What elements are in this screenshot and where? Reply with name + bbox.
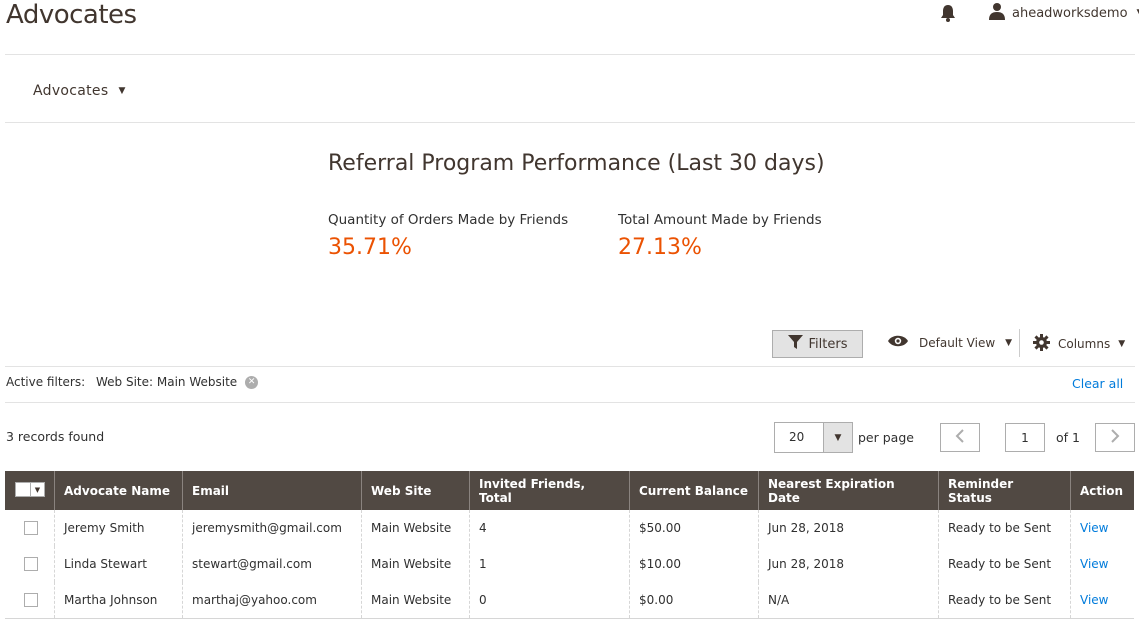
performance-title: Referral Program Performance (Last 30 da… <box>328 151 825 176</box>
chevron-left-icon <box>955 428 965 447</box>
chevron-down-icon[interactable]: ▼ <box>30 483 44 496</box>
column-header: Action <box>1070 471 1134 510</box>
per-page-label: per page <box>858 430 914 445</box>
divider <box>5 122 1135 123</box>
divider <box>5 366 1135 367</box>
clear-all-link[interactable]: Clear all <box>1072 376 1123 391</box>
cell-current-balance: $10.00 <box>629 546 759 582</box>
view-link[interactable]: View <box>1080 557 1108 571</box>
metric-amount: Total Amount Made by Friends 27.13% <box>618 212 822 260</box>
cell-expiration-date: N/A <box>758 582 939 619</box>
cell-advocate-name: Linda Stewart <box>54 546 183 582</box>
chevron-down-icon: ▼ <box>1005 337 1013 348</box>
column-header[interactable]: Invited Friends, Total <box>469 471 630 510</box>
cell-reminder-status: Ready to be Sent <box>938 582 1071 619</box>
cell-invited-friends: 4 <box>469 510 630 546</box>
metric-value: 35.71% <box>328 235 412 260</box>
table-row: Martha Johnson marthaj@yahoo.com Main We… <box>5 582 1134 619</box>
prev-page-button[interactable] <box>940 423 980 452</box>
filter-chip: Web Site: Main Website ✕ <box>96 375 259 389</box>
chevron-down-icon[interactable]: ▼ <box>823 423 852 452</box>
chevron-down-icon: ▼ <box>1118 339 1126 349</box>
cell-action: View <box>1070 582 1134 619</box>
view-label: Default View <box>919 335 996 350</box>
cell-advocate-name: Jeremy Smith <box>54 510 183 546</box>
cell-email: jeremysmith@gmail.com <box>182 510 362 546</box>
gear-icon <box>1033 334 1050 354</box>
divider <box>5 54 1135 55</box>
mass-select-header[interactable]: ▼ <box>5 471 55 510</box>
mass-select-control[interactable]: ▼ <box>15 482 45 497</box>
view-link[interactable]: View <box>1080 521 1108 535</box>
cell-action: View <box>1070 546 1134 582</box>
next-page-button[interactable] <box>1095 423 1135 452</box>
user-icon <box>988 2 1006 24</box>
view-link[interactable]: View <box>1080 593 1108 607</box>
filter-icon <box>787 335 803 353</box>
divider <box>1019 329 1020 357</box>
cell-expiration-date: Jun 28, 2018 <box>758 510 939 546</box>
cell-expiration-date: Jun 28, 2018 <box>758 546 939 582</box>
column-header[interactable]: Current Balance <box>629 471 759 510</box>
page-title: Advocates <box>6 0 137 30</box>
cell-email: stewart@gmail.com <box>182 546 362 582</box>
chevron-down-icon: ▼ <box>118 86 126 96</box>
columns-label: Columns <box>1058 337 1111 351</box>
metric-orders: Quantity of Orders Made by Friends 35.71… <box>328 212 568 260</box>
checkbox[interactable] <box>16 483 30 496</box>
bell-icon[interactable] <box>938 3 958 23</box>
metric-label: Quantity of Orders Made by Friends <box>328 212 569 228</box>
row-select-cell <box>5 546 55 582</box>
cell-advocate-name: Martha Johnson <box>54 582 183 619</box>
metric-value: 27.13% <box>618 235 702 260</box>
column-header[interactable]: Advocate Name <box>54 471 183 510</box>
chevron-right-icon <box>1110 428 1120 447</box>
cell-current-balance: $50.00 <box>629 510 759 546</box>
row-checkbox[interactable] <box>24 593 38 607</box>
records-found: 3 records found <box>6 429 105 444</box>
row-checkbox[interactable] <box>24 557 38 572</box>
store-switcher[interactable]: Advocates ▼ <box>33 83 126 99</box>
filters-label: Filters <box>808 336 848 352</box>
metric-label: Total Amount Made by Friends <box>618 212 822 228</box>
cell-reminder-status: Ready to be Sent <box>938 510 1071 546</box>
column-header[interactable]: Nearest Expiration Date <box>758 471 939 510</box>
username: aheadworksdemo <box>1012 5 1128 21</box>
table-row: Jeremy Smith jeremysmith@gmail.com Main … <box>5 510 1134 546</box>
user-menu[interactable]: aheadworksdemo ▼ <box>988 2 1139 24</box>
view-selector[interactable]: Default View ▼ <box>887 334 1012 351</box>
row-checkbox[interactable] <box>24 521 38 536</box>
cell-invited-friends: 0 <box>469 582 630 619</box>
divider <box>5 402 1135 403</box>
cell-email: marthaj@yahoo.com <box>182 582 362 619</box>
column-header[interactable]: Email <box>182 471 362 510</box>
eye-icon <box>887 334 909 351</box>
filter-chip-label: Web Site: Main Website <box>96 375 238 389</box>
cell-invited-friends: 1 <box>469 546 630 582</box>
cell-action: View <box>1070 510 1134 546</box>
row-select-cell <box>5 582 55 619</box>
cell-web-site: Main Website <box>361 582 470 619</box>
per-page-value: 20 <box>789 430 805 444</box>
table-row: Linda Stewart stewart@gmail.com Main Web… <box>5 546 1134 582</box>
advocates-grid: ▼ Advocate Name Email Web Site Invited F… <box>5 471 1134 619</box>
per-page-select[interactable]: 20 ▼ <box>774 422 853 453</box>
columns-selector[interactable]: Columns ▼ <box>1033 334 1125 354</box>
page-number-input[interactable]: 1 <box>1005 423 1045 452</box>
cell-reminder-status: Ready to be Sent <box>938 546 1071 582</box>
cell-web-site: Main Website <box>361 546 470 582</box>
column-header[interactable]: Web Site <box>361 471 470 510</box>
filters-button[interactable]: Filters <box>772 330 863 358</box>
remove-filter-icon[interactable]: ✕ <box>245 375 259 389</box>
cell-current-balance: $0.00 <box>629 582 759 619</box>
switcher-label: Advocates <box>33 83 109 99</box>
active-filters-label: Active filters: <box>6 375 86 389</box>
column-header[interactable]: Reminder Status <box>938 471 1071 510</box>
cell-web-site: Main Website <box>361 510 470 546</box>
row-select-cell <box>5 510 55 546</box>
page-total: of 1 <box>1056 430 1080 445</box>
grid-header-row: ▼ Advocate Name Email Web Site Invited F… <box>5 471 1134 510</box>
